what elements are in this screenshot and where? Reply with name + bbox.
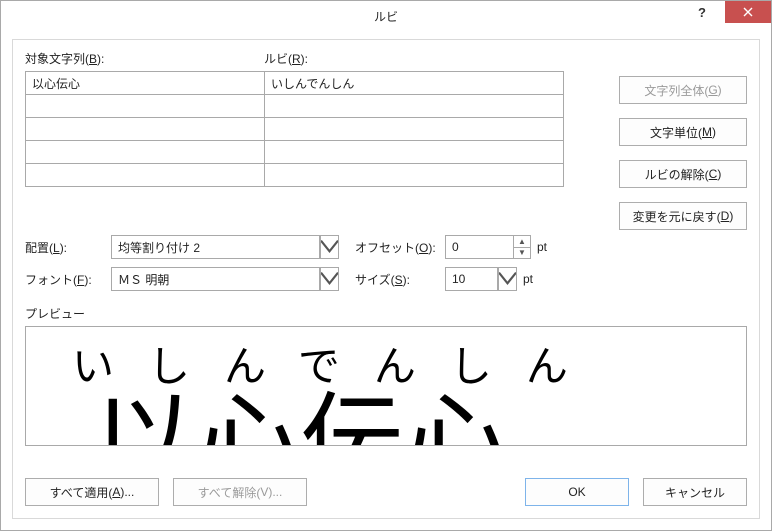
preview-base-text: 以心伝心 xyxy=(92,357,508,446)
offset-unit: pt xyxy=(537,240,547,254)
spin-up-icon[interactable]: ▲ xyxy=(514,236,530,248)
ruby-cell[interactable] xyxy=(265,95,564,118)
chevron-down-icon xyxy=(319,236,338,258)
ruby-cell[interactable] xyxy=(265,141,564,164)
base-text-label: 対象文字列(B): xyxy=(25,50,264,67)
ruby-cell[interactable] xyxy=(265,118,564,141)
preview-label: プレビュー xyxy=(25,305,747,322)
clear-all-button: すべて解除(V)... xyxy=(173,478,307,506)
alignment-combo[interactable]: 均等割り付け 2 xyxy=(111,235,339,259)
titlebar-buttons: ? xyxy=(679,1,771,23)
dialog-title: ルビ xyxy=(1,8,771,25)
title-bar: ルビ ? xyxy=(1,1,771,31)
whole-string-button: 文字列全体(G) xyxy=(619,76,747,104)
dialog-body: 対象文字列(B): ルビ(R): 以心伝心いしんでんしん 文字列全体(G) 文字… xyxy=(12,39,760,519)
offset-label: オフセット(O): xyxy=(355,239,445,256)
base-cell[interactable] xyxy=(26,95,265,118)
ok-button[interactable]: OK xyxy=(525,478,629,506)
table-row xyxy=(26,164,564,187)
column-headers: 対象文字列(B): ルビ(R): xyxy=(25,50,747,67)
footer: すべて適用(A)... すべて解除(V)... OK キャンセル xyxy=(25,478,747,506)
preview-box: いしんでんしん 以心伝心 xyxy=(25,326,747,446)
chevron-down-icon xyxy=(319,268,338,290)
font-label: フォント(F): xyxy=(25,271,111,288)
close-button[interactable] xyxy=(725,1,771,23)
cancel-button[interactable]: キャンセル xyxy=(643,478,747,506)
alignment-label: 配置(L): xyxy=(25,239,111,256)
spin-down-icon[interactable]: ▼ xyxy=(514,248,530,259)
size-unit: pt xyxy=(523,272,533,286)
ruby-dialog: ルビ ? 対象文字列(B): ルビ(R): 以心伝心いしんでんしん 文字列全体(… xyxy=(0,0,772,531)
base-cell[interactable] xyxy=(26,164,265,187)
base-cell[interactable] xyxy=(26,141,265,164)
table-row xyxy=(26,95,564,118)
clear-ruby-button[interactable]: ルビの解除(C) xyxy=(619,160,747,188)
apply-all-button[interactable]: すべて適用(A)... xyxy=(25,478,159,506)
help-button[interactable]: ? xyxy=(679,1,725,23)
ruby-cell[interactable] xyxy=(265,164,564,187)
chevron-down-icon xyxy=(497,268,516,290)
base-cell[interactable] xyxy=(26,118,265,141)
per-character-button[interactable]: 文字単位(M) xyxy=(619,118,747,146)
side-buttons: 文字列全体(G) 文字単位(M) ルビの解除(C) 変更を元に戻す(D) xyxy=(619,76,747,230)
ruby-cell[interactable]: いしんでんしん xyxy=(265,72,564,95)
font-combo[interactable]: ＭＳ 明朝 xyxy=(111,267,339,291)
offset-spinner[interactable]: 0 ▲▼ xyxy=(445,235,531,259)
size-combo[interactable]: 10 xyxy=(445,267,517,291)
table-row xyxy=(26,118,564,141)
spinner-buttons: ▲▼ xyxy=(513,236,530,258)
base-cell[interactable]: 以心伝心 xyxy=(26,72,265,95)
reset-changes-button[interactable]: 変更を元に戻す(D) xyxy=(619,202,747,230)
options-area: 配置(L): 均等割り付け 2 オフセット(O): 0 ▲▼ pt フォント(F… xyxy=(25,235,747,291)
close-icon xyxy=(743,7,753,17)
size-label: サイズ(S): xyxy=(355,271,445,288)
ruby-text-label: ルビ(R): xyxy=(264,50,308,67)
table-row xyxy=(26,141,564,164)
table-row: 以心伝心いしんでんしん xyxy=(26,72,564,95)
ruby-grid: 以心伝心いしんでんしん xyxy=(25,71,564,187)
